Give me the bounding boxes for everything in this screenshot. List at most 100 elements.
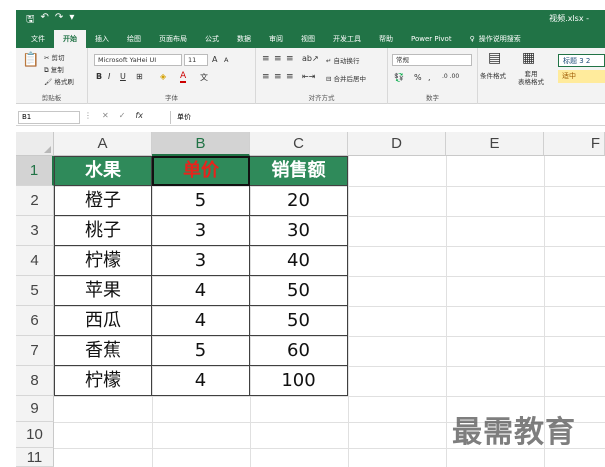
table-cell[interactable]: 柠檬: [54, 246, 152, 276]
table-cell[interactable]: 3: [152, 246, 250, 276]
tab-formulas[interactable]: 公式: [196, 30, 228, 48]
italic-button[interactable]: I: [108, 72, 110, 81]
currency-icon[interactable]: 💱: [394, 73, 404, 82]
cut-button[interactable]: ✂ 剪切: [44, 52, 65, 62]
percent-button[interactable]: %: [414, 73, 422, 82]
tab-power-pivot[interactable]: Power Pivot: [402, 30, 461, 48]
table-cell[interactable]: 柠檬: [54, 366, 152, 396]
tab-review[interactable]: 审阅: [260, 30, 292, 48]
tab-draw[interactable]: 绘图: [118, 30, 150, 48]
row-header-9[interactable]: 9: [16, 396, 54, 422]
column-header-e[interactable]: E: [446, 132, 544, 156]
column-header-f[interactable]: F: [544, 132, 605, 156]
indent-icon[interactable]: ⇤⇥: [302, 72, 315, 81]
shrink-font-button[interactable]: A: [224, 56, 228, 64]
tab-home[interactable]: 开始: [54, 30, 86, 48]
font-size-select[interactable]: 11: [184, 54, 208, 66]
table-cell[interactable]: 5: [152, 336, 250, 366]
row-header-8[interactable]: 8: [16, 366, 54, 396]
decimal-icon[interactable]: .0 .00: [442, 73, 459, 80]
table-cell[interactable]: 100: [250, 366, 348, 396]
row-header-1[interactable]: 1: [16, 156, 54, 186]
align-center-icon[interactable]: ≡: [274, 72, 282, 82]
border-icon[interactable]: ⊞: [136, 72, 143, 81]
column-header-b[interactable]: B: [152, 132, 250, 156]
formula-input[interactable]: 单价: [170, 111, 603, 124]
style-heading3[interactable]: 标题 3 2: [558, 54, 605, 67]
font-name-select[interactable]: Microsoft YaHei UI: [94, 54, 182, 66]
table-cell[interactable]: 3: [152, 216, 250, 246]
table-cell[interactable]: 桃子: [54, 216, 152, 246]
tab-tell-me[interactable]: ♀ 操作说明搜索: [461, 30, 530, 48]
undo-icon[interactable]: ↶: [41, 12, 49, 29]
select-all-corner[interactable]: [16, 132, 54, 156]
table-cell[interactable]: 4: [152, 306, 250, 336]
table-cell[interactable]: 60: [250, 336, 348, 366]
table-format-button[interactable]: 套用 表格格式: [518, 70, 544, 86]
tab-insert[interactable]: 插入: [86, 30, 118, 48]
table-cell[interactable]: 20: [250, 186, 348, 216]
orientation-icon[interactable]: ab↗: [302, 54, 319, 63]
customize-icon[interactable]: ▾: [69, 12, 74, 29]
column-header-a[interactable]: A: [54, 132, 152, 156]
table-cell[interactable]: 30: [250, 216, 348, 246]
table-cell[interactable]: 香蕉: [54, 336, 152, 366]
row-header-5[interactable]: 5: [16, 276, 54, 306]
number-format-select[interactable]: 常规: [392, 54, 472, 66]
format-painter-button[interactable]: 🖌 格式刷: [44, 76, 74, 86]
conditional-format-button[interactable]: 条件格式: [480, 70, 506, 80]
fx-icon[interactable]: fx: [135, 111, 143, 120]
tab-page-layout[interactable]: 页面布局: [150, 30, 196, 48]
table-cell[interactable]: 50: [250, 276, 348, 306]
table-cell[interactable]: 4: [152, 276, 250, 306]
table-cell[interactable]: 苹果: [54, 276, 152, 306]
merge-center-button[interactable]: ⊟ 合并后居中: [326, 73, 366, 83]
comma-icon[interactable]: ,: [428, 73, 431, 82]
align-right-icon[interactable]: ≡: [286, 72, 294, 82]
header-cell-price[interactable]: 单价: [152, 156, 250, 186]
bold-button[interactable]: B: [96, 72, 102, 81]
row-header-11[interactable]: 11: [16, 448, 54, 467]
name-box[interactable]: B1: [18, 111, 80, 124]
cancel-icon[interactable]: ✕: [102, 111, 109, 120]
tab-view[interactable]: 视图: [292, 30, 324, 48]
header-cell-sales[interactable]: 销售额: [250, 156, 348, 186]
table-cell[interactable]: 50: [250, 306, 348, 336]
save-icon[interactable]: 🖫: [26, 12, 35, 29]
wrap-text-button[interactable]: ↵ 自动换行: [326, 55, 360, 65]
column-header-c[interactable]: C: [250, 132, 348, 156]
row-header-3[interactable]: 3: [16, 216, 54, 246]
table-cell[interactable]: 橙子: [54, 186, 152, 216]
table-cell[interactable]: 西瓜: [54, 306, 152, 336]
table-cell[interactable]: 4: [152, 366, 250, 396]
row-header-2[interactable]: 2: [16, 186, 54, 216]
align-left-icon[interactable]: ≡: [262, 72, 270, 82]
style-neutral[interactable]: 适中: [558, 70, 605, 83]
column-header-d[interactable]: D: [348, 132, 446, 156]
table-cell[interactable]: 5: [152, 186, 250, 216]
row-header-6[interactable]: 6: [16, 306, 54, 336]
phonetic-icon[interactable]: 文: [200, 72, 208, 83]
copy-button[interactable]: ⧉ 复制: [44, 64, 64, 75]
redo-icon[interactable]: ↷: [55, 12, 63, 29]
row-header-10[interactable]: 10: [16, 422, 54, 448]
font-color-icon[interactable]: A: [180, 71, 187, 83]
bottom-align-icon[interactable]: ≡: [286, 54, 294, 64]
tab-developer[interactable]: 开发工具: [324, 30, 370, 48]
middle-align-icon[interactable]: ≡: [274, 54, 282, 64]
confirm-icon[interactable]: ✓: [119, 111, 126, 120]
paste-icon[interactable]: 📋: [22, 52, 39, 68]
underline-button[interactable]: U: [120, 72, 126, 81]
grow-font-button[interactable]: A: [212, 55, 217, 64]
table-format-icon[interactable]: ▦: [522, 50, 535, 66]
tab-file[interactable]: 文件: [22, 30, 54, 48]
header-cell-fruit[interactable]: 水果: [54, 156, 152, 186]
table-cell[interactable]: 40: [250, 246, 348, 276]
row-header-7[interactable]: 7: [16, 336, 54, 366]
tab-help[interactable]: 帮助: [370, 30, 402, 48]
top-align-icon[interactable]: ≡: [262, 54, 270, 64]
conditional-format-icon[interactable]: ▤: [488, 50, 501, 66]
tab-data[interactable]: 数据: [228, 30, 260, 48]
row-header-4[interactable]: 4: [16, 246, 54, 276]
fill-color-icon[interactable]: ◈: [160, 72, 166, 81]
